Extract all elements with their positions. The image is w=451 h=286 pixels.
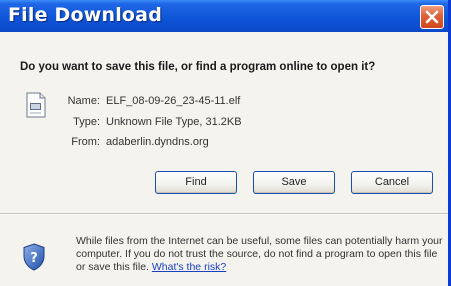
name-label: Name: — [67, 95, 100, 107]
svg-text:?: ? — [30, 251, 38, 266]
divider — [0, 213, 448, 215]
from-label: From: — [71, 136, 100, 148]
download-question: Do you want to save this file, or find a… — [20, 61, 376, 73]
unknown-file-icon — [25, 92, 47, 123]
file-download-dialog: File Download Do you want to save this f… — [0, 0, 451, 286]
cancel-button[interactable]: Cancel — [351, 171, 433, 194]
whats-the-risk-link[interactable]: What's the risk? — [152, 261, 226, 273]
shield-question-icon: ? — [22, 243, 46, 276]
security-warning: While files from the Internet can be use… — [76, 235, 446, 274]
dialog-content: Do you want to save this file, or find a… — [0, 32, 448, 286]
warning-text: While files from the Internet can be use… — [76, 235, 443, 273]
find-button[interactable]: Find — [155, 171, 237, 194]
type-label: Type: — [73, 116, 100, 128]
save-button[interactable]: Save — [253, 171, 335, 194]
close-button[interactable] — [420, 5, 444, 29]
name-value: ELF_08-09-26_23-45-11.elf — [106, 95, 241, 107]
title-bar[interactable]: File Download — [0, 0, 448, 32]
window-title: File Download — [8, 4, 162, 26]
type-value: Unknown File Type, 31.2KB — [106, 116, 242, 128]
from-value: adaberlin.dyndns.org — [106, 136, 209, 148]
